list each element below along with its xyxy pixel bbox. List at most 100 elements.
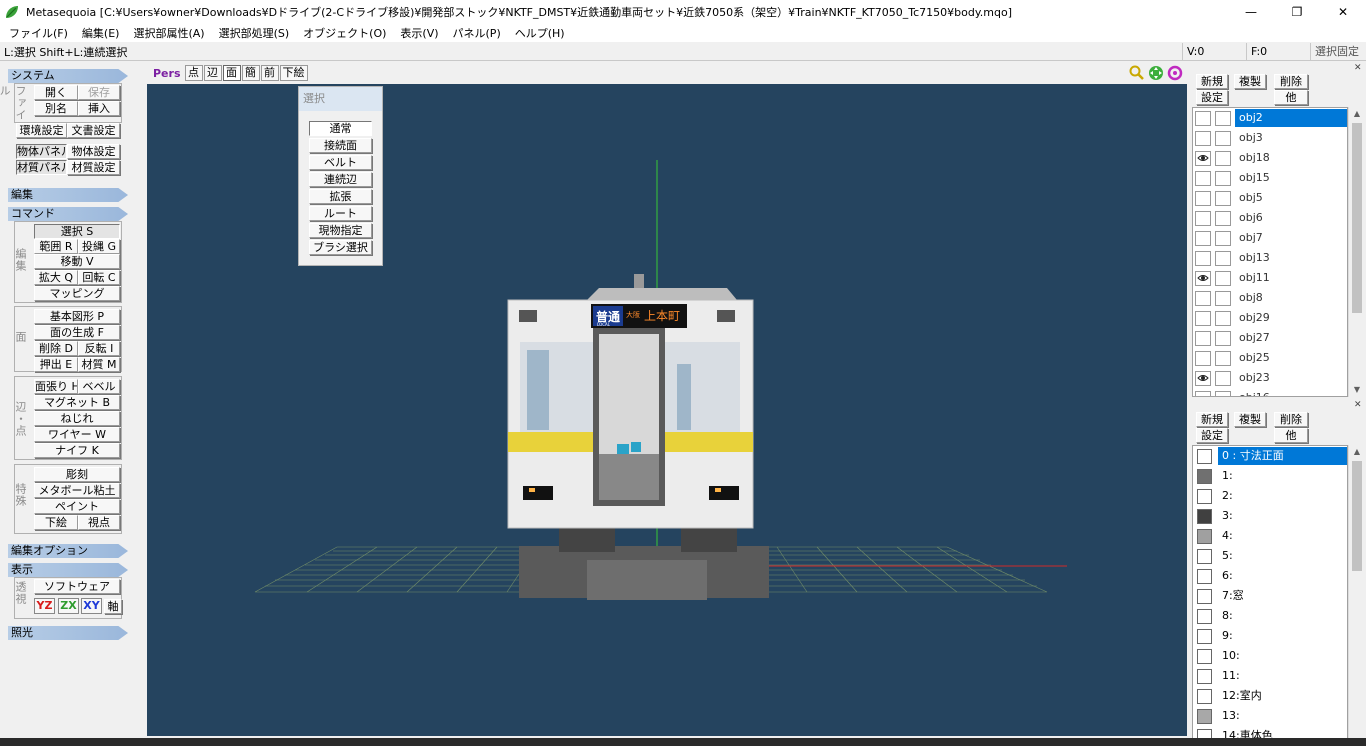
- scroll-up-icon[interactable]: ▲: [1349, 445, 1365, 459]
- zx-view-button[interactable]: ZX: [58, 598, 79, 614]
- material-panel-pin-icon[interactable]: ✕: [1354, 400, 1362, 410]
- material-row[interactable]: 10:: [1193, 646, 1347, 666]
- menu-selection-attr[interactable]: 選択部属性(A): [126, 25, 211, 41]
- material-row[interactable]: 3:: [1193, 506, 1347, 526]
- object-row[interactable]: obj29: [1193, 308, 1347, 328]
- material-row[interactable]: 4:: [1193, 526, 1347, 546]
- lock-toggle[interactable]: [1215, 170, 1231, 186]
- underlay-tool-button[interactable]: 下絵: [34, 515, 78, 530]
- object-row[interactable]: obj23: [1193, 368, 1347, 388]
- object-other-button[interactable]: 他: [1274, 90, 1308, 105]
- visibility-toggle[interactable]: [1195, 350, 1211, 366]
- material-tool-button[interactable]: 材質 M: [78, 357, 120, 372]
- yz-view-button[interactable]: YZ: [34, 598, 55, 614]
- selection-palette-title[interactable]: 選択: [299, 87, 382, 111]
- material-swatch[interactable]: [1197, 448, 1212, 464]
- lock-toggle[interactable]: [1215, 330, 1231, 346]
- object-panel-pin-icon[interactable]: ✕: [1354, 63, 1362, 73]
- lock-toggle[interactable]: [1215, 190, 1231, 206]
- select-loop-edge-button[interactable]: 連続辺: [309, 172, 372, 187]
- material-swatch[interactable]: [1197, 488, 1212, 504]
- visibility-toggle[interactable]: [1195, 130, 1211, 146]
- magnet-tool-button[interactable]: マグネット B: [34, 395, 120, 410]
- material-row[interactable]: 13:: [1193, 706, 1347, 726]
- insert-button[interactable]: 挿入: [78, 101, 120, 116]
- lock-toggle[interactable]: [1215, 210, 1231, 226]
- menu-help[interactable]: ヘルプ(H): [508, 25, 572, 41]
- perspective-label[interactable]: Pers: [147, 67, 185, 80]
- select-brush-button[interactable]: ブラシ選択: [309, 240, 372, 255]
- lock-toggle[interactable]: [1215, 250, 1231, 266]
- lock-toggle[interactable]: [1215, 270, 1231, 286]
- material-swatch[interactable]: [1197, 548, 1212, 564]
- object-duplicate-button[interactable]: 複製: [1234, 74, 1266, 89]
- menu-panel[interactable]: パネル(P): [446, 25, 508, 41]
- material-swatch[interactable]: [1197, 648, 1212, 664]
- object-row[interactable]: obj11: [1193, 268, 1347, 288]
- invert-tool-button[interactable]: 反転 I: [78, 341, 120, 356]
- menu-edit[interactable]: 編集(E): [75, 25, 127, 41]
- delete-tool-button[interactable]: 削除 D: [34, 341, 78, 356]
- eye-icon[interactable]: [1195, 150, 1211, 166]
- lock-toggle[interactable]: [1215, 390, 1231, 396]
- material-list[interactable]: 0 : 寸法正面 1: 2: 3: 4: 5: 6: 7:窓 8: 9: 10: 11: 12:室内 13…: [1192, 445, 1348, 746]
- pan-icon[interactable]: [1148, 65, 1164, 81]
- visibility-toggle[interactable]: [1195, 170, 1211, 186]
- object-settings-button[interactable]: 物体設定: [67, 144, 120, 159]
- move-tool-button[interactable]: 移動 V: [34, 254, 120, 269]
- software-render-button[interactable]: ソフトウェア: [34, 579, 120, 594]
- visibility-toggle[interactable]: [1195, 250, 1211, 266]
- underlay-button[interactable]: 下絵: [279, 65, 308, 81]
- section-system[interactable]: システム: [8, 69, 128, 83]
- material-row[interactable]: 6:: [1193, 566, 1347, 586]
- object-delete-button[interactable]: 削除: [1274, 74, 1308, 89]
- paint-tool-button[interactable]: ペイント: [34, 499, 120, 514]
- wire-tool-button[interactable]: ワイヤー W: [34, 427, 120, 442]
- visibility-toggle[interactable]: [1195, 110, 1211, 126]
- select-specified-button[interactable]: 現物指定: [309, 223, 372, 238]
- material-delete-button[interactable]: 削除: [1274, 412, 1308, 427]
- face-mode-button[interactable]: 面: [222, 65, 241, 81]
- environment-settings-button[interactable]: 環境設定: [16, 123, 67, 138]
- material-row[interactable]: 2:: [1193, 486, 1347, 506]
- material-swatch[interactable]: [1197, 508, 1212, 524]
- material-swatch[interactable]: [1197, 528, 1212, 544]
- visibility-toggle[interactable]: [1195, 290, 1211, 306]
- selection-lock-toggle[interactable]: 選択固定: [1310, 42, 1366, 61]
- scale-tool-button[interactable]: 拡大 Q: [34, 270, 78, 285]
- material-row[interactable]: 7:窓: [1193, 586, 1347, 606]
- object-row[interactable]: obj13: [1193, 248, 1347, 268]
- object-new-button[interactable]: 新規: [1196, 74, 1228, 89]
- lasso-tool-button[interactable]: 投縄 G: [78, 239, 120, 254]
- edge-mode-button[interactable]: 辺: [203, 65, 222, 81]
- menu-selection-process[interactable]: 選択部処理(S): [212, 25, 297, 41]
- axis-toggle-button[interactable]: 軸: [104, 599, 122, 614]
- object-row[interactable]: obj25: [1193, 348, 1347, 368]
- lock-toggle[interactable]: [1215, 290, 1231, 306]
- material-duplicate-button[interactable]: 複製: [1234, 412, 1266, 427]
- section-display[interactable]: 表示: [8, 563, 128, 577]
- object-row[interactable]: obj7: [1193, 228, 1347, 248]
- visibility-toggle[interactable]: [1195, 190, 1211, 206]
- minimize-button[interactable]: —: [1228, 0, 1274, 23]
- face-generate-button[interactable]: 面の生成 F: [34, 325, 120, 340]
- object-row[interactable]: obj27: [1193, 328, 1347, 348]
- save-as-button[interactable]: 別名: [34, 101, 78, 116]
- select-tool-button[interactable]: 選択 S: [34, 224, 120, 239]
- object-list[interactable]: obj2 obj3 obj18 obj15 obj5 obj6 obj7 obj13 obj11…: [1192, 107, 1348, 397]
- material-swatch[interactable]: [1197, 588, 1212, 604]
- material-row[interactable]: 12:室内: [1193, 686, 1347, 706]
- menu-object[interactable]: オブジェクト(O): [296, 25, 393, 41]
- visibility-toggle[interactable]: [1195, 390, 1211, 396]
- material-row[interactable]: 0 : 寸法正面: [1193, 446, 1347, 466]
- menu-file[interactable]: ファイル(F): [2, 25, 75, 41]
- xy-view-button[interactable]: XY: [81, 598, 102, 614]
- material-swatch[interactable]: [1197, 628, 1212, 644]
- twist-tool-button[interactable]: ねじれ: [34, 411, 120, 426]
- lock-toggle[interactable]: [1215, 130, 1231, 146]
- material-swatch[interactable]: [1197, 688, 1212, 704]
- object-row[interactable]: obj2: [1193, 108, 1347, 128]
- scroll-up-icon[interactable]: ▲: [1349, 107, 1365, 121]
- lock-toggle[interactable]: [1215, 370, 1231, 386]
- material-row[interactable]: 1:: [1193, 466, 1347, 486]
